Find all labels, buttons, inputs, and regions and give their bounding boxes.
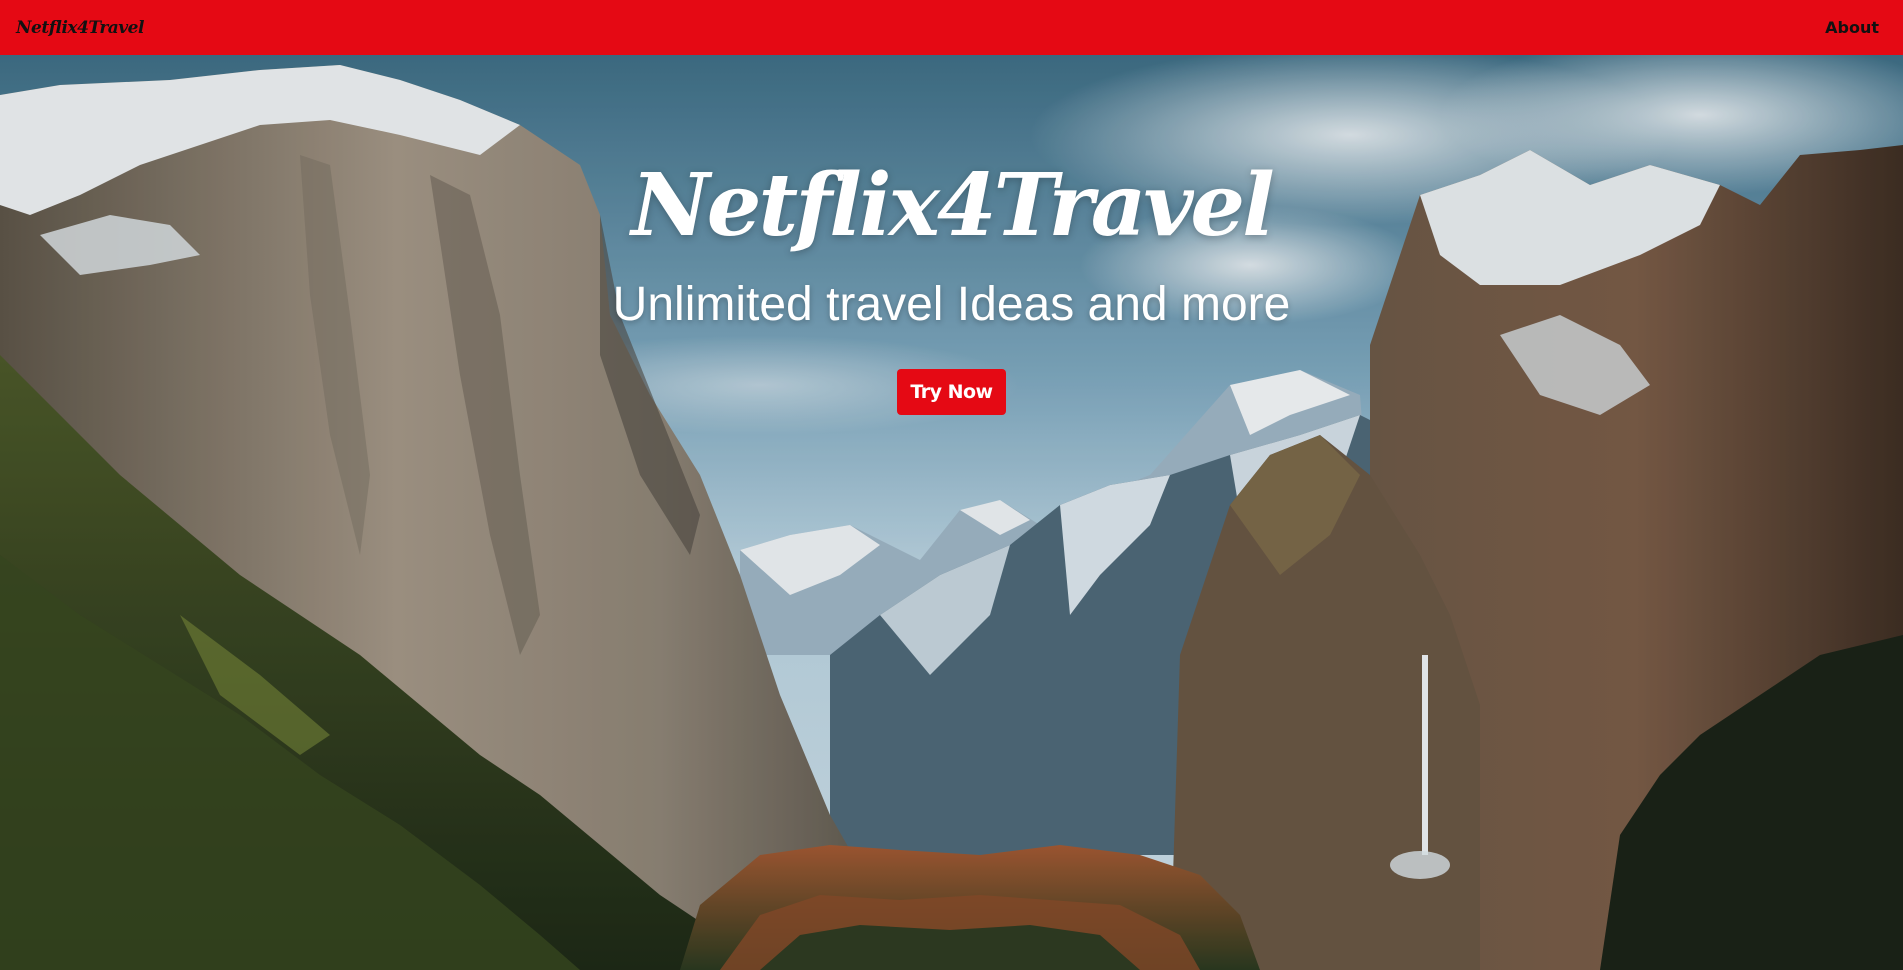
nav-about-link[interactable]: About bbox=[1825, 18, 1879, 37]
hero-title: Netflix4Travel bbox=[631, 155, 1275, 256]
hero-section: Netflix4Travel Unlimited travel Ideas an… bbox=[0, 55, 1903, 970]
brand-logo[interactable]: Netflix4Travel bbox=[16, 18, 144, 38]
try-now-button[interactable]: Try Now bbox=[897, 369, 1006, 415]
top-navbar: Netflix4Travel About bbox=[0, 0, 1903, 55]
hero-subtitle: Unlimited travel Ideas and more bbox=[612, 278, 1291, 331]
